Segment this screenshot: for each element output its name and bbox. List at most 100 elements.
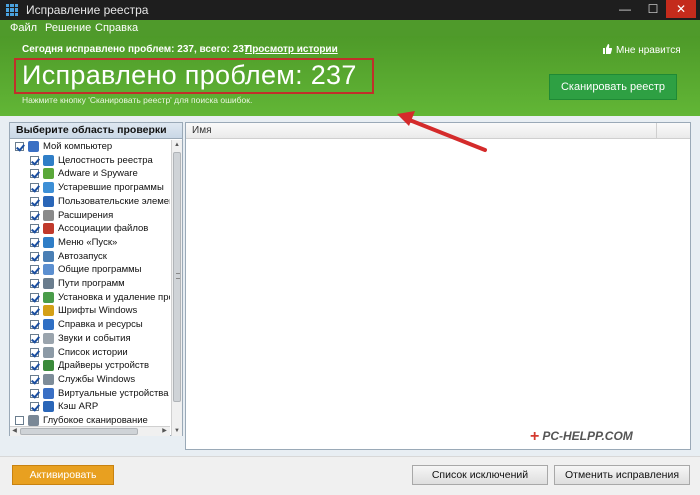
tree-item-checkbox[interactable] (30, 333, 39, 343)
tree-item[interactable]: Пользовательские элемен (10, 195, 170, 209)
scroll-up-icon[interactable]: ▲ (172, 140, 182, 150)
tree-item[interactable]: Мой компьютер (10, 140, 170, 154)
fonts-icon (43, 305, 54, 317)
tree-item-checkbox[interactable] (30, 237, 39, 247)
tree-item-checkbox[interactable] (30, 196, 39, 206)
tree-item[interactable]: Пути программ (10, 277, 170, 291)
tree-item[interactable]: Список истории (10, 346, 170, 360)
column-name[interactable]: Имя (192, 125, 211, 136)
close-button[interactable]: ✕ (666, 0, 696, 18)
autorun-icon (43, 250, 54, 262)
tree-item-label: Меню «Пуск» (58, 236, 118, 248)
tree-item-checkbox[interactable] (30, 402, 39, 412)
horizontal-scrollbar[interactable]: ◀ ▶ (10, 426, 170, 436)
history-icon (43, 346, 54, 358)
tree-item[interactable]: Adware и Spyware (10, 167, 170, 181)
tree-item-label: Звуки и события (58, 332, 131, 344)
tree-item-checkbox[interactable] (30, 169, 39, 179)
vertical-scrollbar[interactable]: ▲ ▼ (171, 140, 182, 436)
tree-item-label: Пути программ (58, 278, 125, 289)
tree-item[interactable]: Установка и удаление про (10, 291, 170, 305)
tree-item[interactable]: Шрифты Windows (10, 304, 170, 318)
tree-item-checkbox[interactable] (30, 251, 39, 261)
window-title: Исправление реестра (26, 3, 149, 17)
tree-item-checkbox[interactable] (30, 292, 39, 302)
tree-item[interactable]: Целостность реестра (10, 154, 170, 168)
history-link[interactable]: Просмотр истории (245, 44, 338, 55)
tree-item-label: Целостность реестра (58, 154, 153, 166)
tree-item-label: Мой компьютер (43, 141, 113, 152)
tree-item-checkbox[interactable] (30, 210, 39, 220)
tree-item-checkbox[interactable] (30, 265, 39, 275)
scroll-right-icon[interactable]: ▶ (160, 427, 169, 436)
tree-item-label: Виртуальные устройства (58, 387, 169, 399)
tree-item-checkbox[interactable] (30, 361, 39, 371)
tree-item-checkbox[interactable] (30, 320, 39, 330)
watermark-text: PC-HELPP.COM (542, 429, 633, 443)
tree-item-checkbox[interactable] (30, 347, 39, 357)
exclusions-list-button[interactable]: Список исключений (412, 465, 548, 485)
tree-item-label: Установка и удаление про (58, 291, 170, 303)
tree-item-checkbox[interactable] (30, 279, 39, 288)
tree-item-label: Службы Windows (58, 373, 136, 385)
scroll-thumb[interactable] (173, 152, 181, 402)
tree-item-checkbox[interactable] (30, 306, 39, 316)
column-divider[interactable] (656, 123, 657, 139)
file-assoc-icon (43, 223, 54, 235)
today-summary: Сегодня исправлено проблем: 237, всего: … (22, 44, 253, 55)
tree-item-label: Adware и Spyware (58, 168, 138, 180)
maximize-button[interactable]: ☐ (640, 0, 666, 18)
activate-button[interactable]: Активировать (12, 465, 114, 485)
tree-item-checkbox[interactable] (30, 388, 39, 398)
driver-icon (43, 360, 54, 372)
tree-item[interactable]: Меню «Пуск» (10, 236, 170, 250)
menu-file[interactable]: Файл (10, 22, 37, 34)
tree-item[interactable]: Общие программы (10, 263, 170, 277)
users-icon (43, 195, 54, 207)
tree-item-checkbox[interactable] (30, 155, 39, 165)
tree-item[interactable]: Драйверы устройств (10, 359, 170, 373)
menu-help[interactable]: Справка (95, 22, 138, 34)
tree-item-label: Автозапуск (58, 250, 107, 262)
tree-item-checkbox[interactable] (15, 416, 24, 425)
scan-registry-button[interactable]: Сканировать реестр (549, 74, 677, 100)
services-icon (43, 373, 54, 385)
scroll-left-icon[interactable]: ◀ (10, 427, 19, 436)
tree-item[interactable]: Устаревшие программы (10, 181, 170, 195)
tree-item[interactable]: Ассоциации файлов (10, 222, 170, 236)
title-bar: Исправление реестра — ☐ ✕ (0, 0, 700, 20)
tree-item[interactable]: Виртуальные устройства (10, 387, 170, 401)
tree-item[interactable]: Звуки и события (10, 332, 170, 346)
results-list[interactable]: Имя (185, 122, 691, 450)
tree-item[interactable]: Автозапуск (10, 250, 170, 264)
menu-solution[interactable]: Решение (45, 22, 91, 34)
arp-cache-icon (43, 401, 54, 413)
tree-item[interactable]: Справка и ресурсы (10, 318, 170, 332)
annotation-arrow (397, 111, 487, 152)
tree-item-label: Устаревшие программы (58, 182, 164, 194)
hscroll-thumb[interactable] (20, 428, 138, 435)
minimize-button[interactable]: — (612, 0, 638, 18)
tree-item-label: Ассоциации файлов (58, 223, 149, 235)
tree-item-checkbox[interactable] (30, 374, 39, 384)
tree-item-checkbox[interactable] (15, 142, 24, 151)
app-icon (6, 4, 18, 16)
watermark-plus-icon: + (530, 428, 540, 445)
tree-item[interactable]: Кэш ARP (10, 400, 170, 414)
tree-item[interactable]: Расширения (10, 209, 170, 223)
like-button[interactable]: Мне нравится (602, 44, 681, 56)
tree-item[interactable]: Службы Windows (10, 373, 170, 387)
tree-item-label: Пользовательские элемен (58, 195, 170, 207)
install-icon (43, 291, 54, 303)
undo-fixes-button[interactable]: Отменить исправления (554, 465, 690, 485)
tree-item-label: Справка и ресурсы (58, 319, 143, 331)
extension-icon (43, 209, 54, 221)
footer-bar: Активировать Список исключений Отменить … (0, 456, 700, 495)
shared-programs-icon (43, 264, 54, 276)
tree-item-label: Драйверы устройств (58, 360, 150, 372)
menu-bar: Файл Решение Справка (0, 20, 700, 36)
virtual-device-icon (43, 387, 54, 399)
tree-item-checkbox[interactable] (30, 183, 39, 193)
tree-item-checkbox[interactable] (30, 224, 39, 234)
scroll-down-icon[interactable]: ▼ (172, 426, 182, 436)
